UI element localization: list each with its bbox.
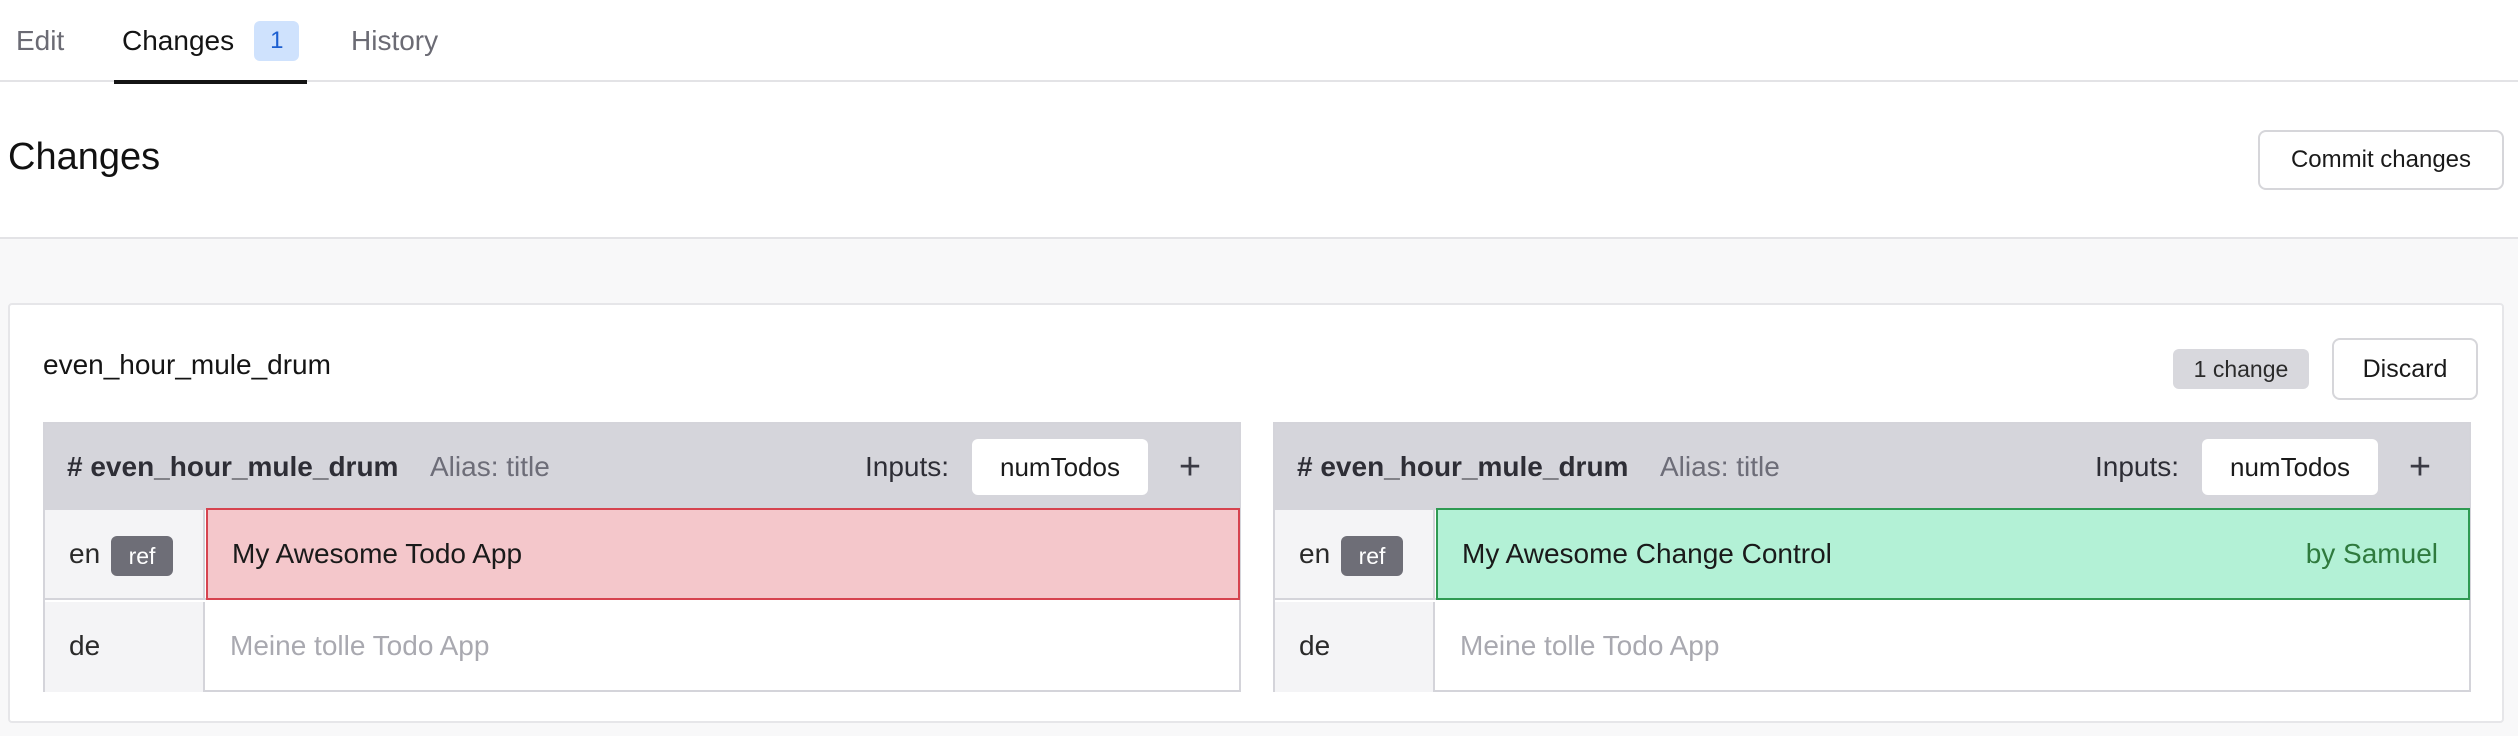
lang-cell: en ref xyxy=(1275,510,1435,598)
lang-label: en xyxy=(1299,538,1331,569)
inputs-label: Inputs: xyxy=(865,451,950,482)
card-title: even_hour_mule_drum xyxy=(43,349,331,380)
tab-changes[interactable]: Changes 1 xyxy=(114,0,308,84)
lang-cell: de xyxy=(45,602,205,692)
tab-edit[interactable]: Edit xyxy=(16,0,64,82)
lang-cell: en ref xyxy=(45,510,205,598)
translation-value-removed[interactable]: My Awesome Todo App xyxy=(206,508,1240,600)
translation-row-en: en ref My Awesome Change Control by Samu… xyxy=(1275,508,2470,600)
tab-history-label: History xyxy=(351,25,439,56)
inputs-label: Inputs: xyxy=(2095,451,2180,482)
translation-row-de: de Meine tolle Todo App xyxy=(45,602,1239,692)
translation-value-empty[interactable]: Meine tolle Todo App xyxy=(1436,602,2469,692)
changes-count-badge: 1 xyxy=(254,21,300,61)
translation-text: My Awesome Change Control xyxy=(1462,538,1832,569)
panel-header: # even_hour_mule_drum Alias: title Input… xyxy=(45,424,1239,510)
translation-row-en: en ref My Awesome Todo App xyxy=(45,508,1240,600)
lang-label: de xyxy=(69,630,101,661)
alias-label: Alias: title xyxy=(1660,451,1780,482)
translation-row-de: de Meine tolle Todo App xyxy=(1275,602,2469,692)
add-input-icon[interactable]: + xyxy=(2395,442,2445,492)
panel-header: # even_hour_mule_drum Alias: title Input… xyxy=(1275,424,2469,510)
lang-cell: de xyxy=(1275,602,1435,692)
add-input-icon[interactable]: + xyxy=(1165,442,1215,492)
lang-label: de xyxy=(1299,630,1331,661)
tab-bar: Edit Changes 1 History xyxy=(0,0,2518,84)
changes-content: even_hour_mule_drum 1 change Discard # e… xyxy=(0,239,2518,736)
diff-panel-before: # even_hour_mule_drum Alias: title Input… xyxy=(43,422,1241,692)
translation-placeholder: Meine tolle Todo App xyxy=(230,630,490,661)
alias-label: Alias: title xyxy=(430,451,550,482)
page-header: Changes Commit changes xyxy=(0,82,2518,239)
input-chip-numtodos[interactable]: numTodos xyxy=(972,439,1148,495)
tab-edit-label: Edit xyxy=(16,25,65,56)
change-author: by Samuel xyxy=(2305,538,2438,569)
tab-changes-label: Changes xyxy=(122,25,235,56)
discard-button[interactable]: Discard xyxy=(2332,338,2478,400)
input-chip-numtodos[interactable]: numTodos xyxy=(2202,439,2378,495)
key-name: # even_hour_mule_drum xyxy=(67,451,399,482)
lang-label: en xyxy=(69,538,101,569)
change-count-badge: 1 change xyxy=(2173,349,2309,389)
translation-value-empty[interactable]: Meine tolle Todo App xyxy=(206,602,1239,692)
translation-value-added[interactable]: My Awesome Change Control by Samuel xyxy=(1436,508,2470,600)
translation-text: My Awesome Todo App xyxy=(232,538,523,569)
ref-badge: ref xyxy=(1341,536,1403,576)
change-card: even_hour_mule_drum 1 change Discard # e… xyxy=(8,303,2504,723)
translation-placeholder: Meine tolle Todo App xyxy=(1460,630,1720,661)
tab-history[interactable]: History xyxy=(351,0,438,82)
ref-badge: ref xyxy=(111,536,173,576)
diff-panel-after: # even_hour_mule_drum Alias: title Input… xyxy=(1273,422,2471,692)
commit-changes-button[interactable]: Commit changes xyxy=(2258,130,2504,190)
key-name: # even_hour_mule_drum xyxy=(1297,451,1629,482)
page-title: Changes xyxy=(8,136,161,178)
